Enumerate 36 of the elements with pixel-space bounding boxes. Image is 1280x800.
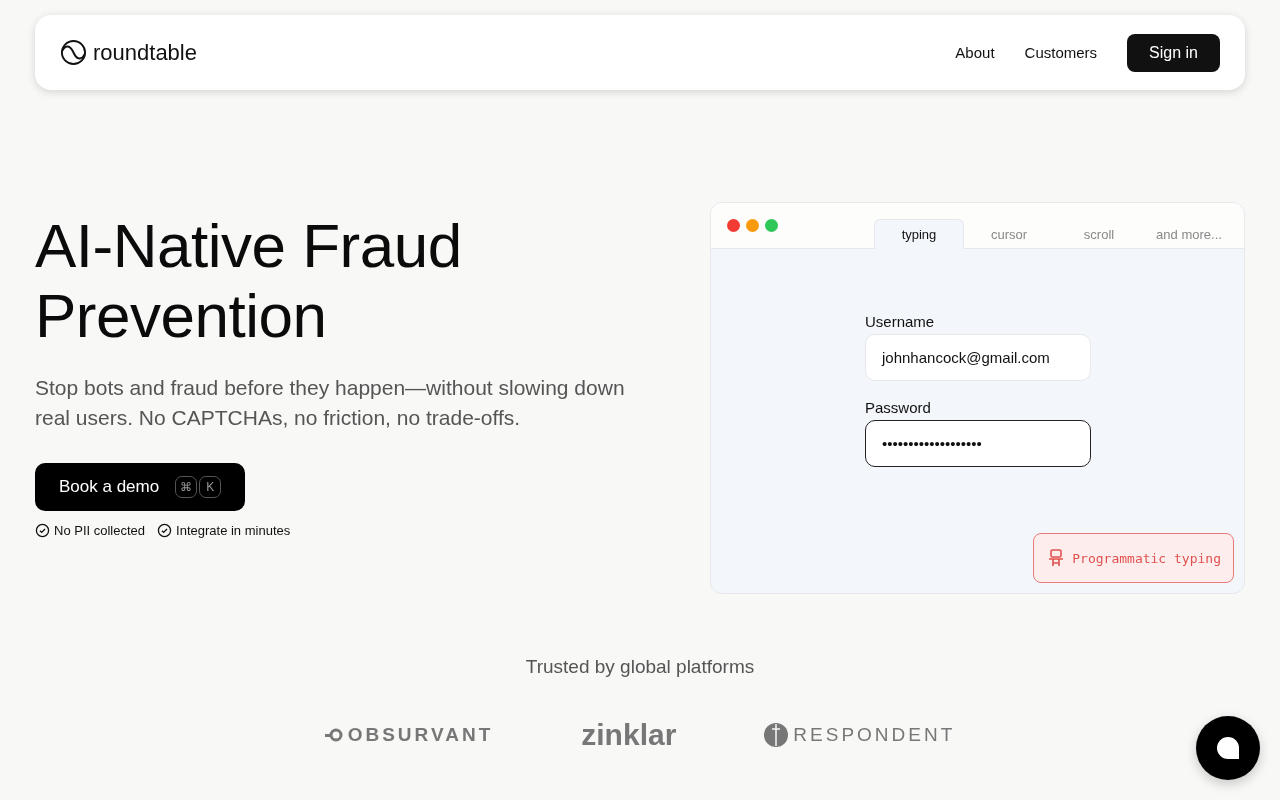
field-label: Username xyxy=(865,313,936,330)
tab[interactable]: cursor xyxy=(964,219,1054,249)
hero-title: AI-Native Fraud Prevention xyxy=(35,211,463,351)
book-demo-button[interactable]: Book a demo ⌘ K xyxy=(35,463,246,511)
chat-button[interactable] xyxy=(1196,716,1260,780)
check-circle-icon xyxy=(35,523,50,538)
window-control-dot[interactable] xyxy=(727,219,740,232)
alert-text: Programmatic typing xyxy=(1072,550,1221,566)
chat-bubble-icon xyxy=(1216,736,1240,760)
tab[interactable]: typing xyxy=(874,219,964,249)
sign-in-button[interactable]: Sign in xyxy=(1127,33,1220,72)
input-field[interactable]: johnhancock@gmail.com xyxy=(865,334,1091,381)
trusted-heading: Trusted by global platforms xyxy=(525,656,755,678)
customer-logo: OBSURVANT xyxy=(347,724,494,746)
nav-link[interactable]: About xyxy=(955,44,995,61)
input-field[interactable]: ••••••••••••••••••• xyxy=(865,420,1091,467)
keyboard-key: ⌘ xyxy=(175,476,198,498)
tab[interactable]: scroll xyxy=(1054,219,1144,249)
customer-logo: RESPONDENT xyxy=(793,724,956,746)
split-circle-icon xyxy=(764,723,789,747)
customer-logo: zinklar xyxy=(581,718,677,752)
robot-icon xyxy=(1048,549,1065,567)
tab[interactable]: and more... xyxy=(1144,219,1234,249)
window-control-dot[interactable] xyxy=(746,219,759,232)
window-control-dot[interactable] xyxy=(765,219,778,232)
wave-circle-logo-icon xyxy=(60,39,87,66)
ring-icon xyxy=(324,728,343,742)
brand-name: roundtable xyxy=(93,39,197,66)
keyboard-key: K xyxy=(199,476,222,498)
button-label: Book a demo xyxy=(59,477,160,497)
nav-link[interactable]: Customers xyxy=(1024,44,1098,61)
field-label: Password xyxy=(865,399,932,416)
hero-subtitle: Stop bots and fraud before they happen—without slowing down real users. No CAPTCHAs, no friction, no trade-offs. xyxy=(35,375,626,431)
feature-text: Integrate in minutes xyxy=(176,523,291,538)
feature-text: No PII collected xyxy=(54,523,146,538)
check-circle-icon xyxy=(157,523,173,538)
